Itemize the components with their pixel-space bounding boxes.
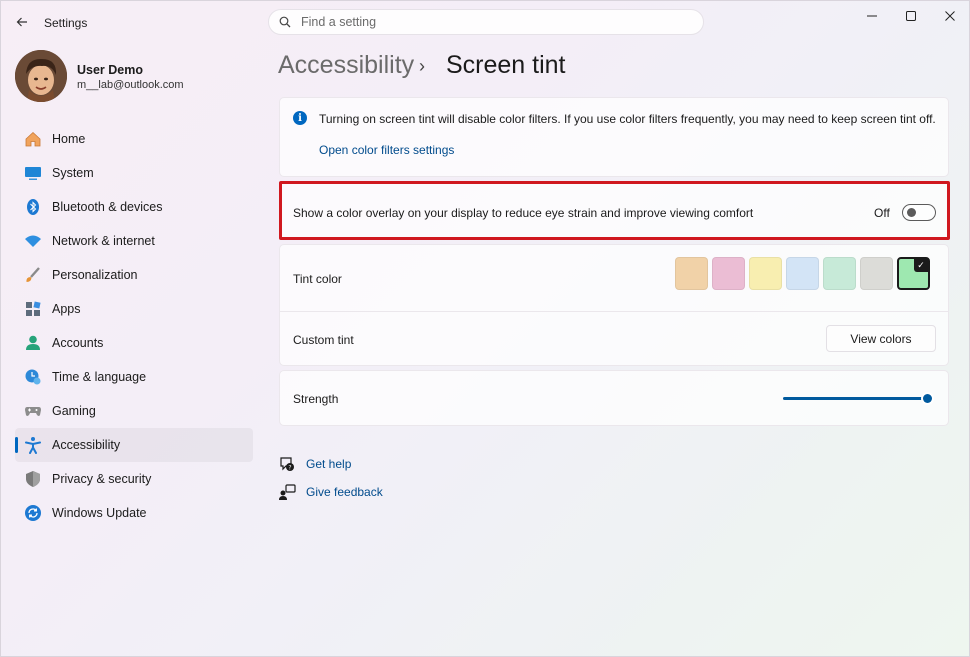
app-title: Settings xyxy=(44,16,88,30)
sidebar-item-label: Gaming xyxy=(52,404,96,418)
avatar[interactable] xyxy=(15,50,67,102)
gaming-icon xyxy=(24,402,42,420)
brush-icon xyxy=(24,266,42,284)
color-overlay-setting: Show a color overlay on your display to … xyxy=(279,181,950,240)
svg-text:?: ? xyxy=(288,464,291,471)
accounts-icon xyxy=(24,334,42,352)
breadcrumb-parent[interactable]: Accessibility xyxy=(278,51,414,80)
maximize-button[interactable] xyxy=(893,7,929,25)
sidebar-item-label: Personalization xyxy=(52,268,138,282)
search-placeholder: Find a setting xyxy=(301,15,377,29)
sidebar-item-label: Network & internet xyxy=(52,234,155,248)
sidebar-item-home[interactable]: Home xyxy=(15,122,253,156)
breadcrumb-separator: › xyxy=(419,56,425,76)
search-icon xyxy=(279,16,291,28)
toggle-state-label: Off xyxy=(874,206,890,220)
sidebar-item-label: Apps xyxy=(52,302,81,316)
minimize-button[interactable] xyxy=(854,7,890,25)
sidebar-nav: Home System Bluetooth & devices Network … xyxy=(15,122,253,530)
time-language-icon xyxy=(24,368,42,386)
apps-icon xyxy=(24,300,42,318)
tint-card: Tint color ✓ Custom tint View colors xyxy=(279,244,949,366)
sidebar-item-apps[interactable]: Apps xyxy=(15,292,253,326)
tint-swatch[interactable] xyxy=(749,257,782,290)
get-help-link[interactable]: ? Get help xyxy=(278,455,351,473)
tint-swatch[interactable]: ✓ xyxy=(897,257,930,290)
back-button[interactable] xyxy=(11,11,33,33)
strength-label: Strength xyxy=(293,392,339,406)
search-box[interactable]: Find a setting xyxy=(268,9,704,35)
view-colors-button[interactable]: View colors xyxy=(826,325,936,352)
home-icon xyxy=(24,130,42,148)
tint-swatch[interactable] xyxy=(675,257,708,290)
feedback-icon xyxy=(278,483,296,501)
sidebar-item-label: Accessibility xyxy=(52,438,121,452)
info-card: i Turning on screen tint will disable co… xyxy=(279,97,949,177)
sidebar-item-label: Privacy & security xyxy=(52,472,152,486)
tint-swatch[interactable] xyxy=(860,257,893,290)
close-button[interactable] xyxy=(932,7,968,25)
open-color-filters-link[interactable]: Open color filters settings xyxy=(319,143,454,157)
custom-tint-label: Custom tint xyxy=(293,333,354,347)
sidebar-item-label: Time & language xyxy=(52,370,147,384)
sidebar-item-label: Bluetooth & devices xyxy=(52,200,163,214)
sidebar-item-system[interactable]: System xyxy=(15,156,253,190)
info-icon: i xyxy=(293,111,307,125)
sidebar-item-label: Windows Update xyxy=(52,506,147,520)
settings-window: Settings Find a setting User Demo m__lab… xyxy=(0,0,970,657)
sidebar-item-label: System xyxy=(52,166,94,180)
strength-slider-thumb[interactable] xyxy=(923,394,932,403)
sidebar-item-network[interactable]: Network & internet xyxy=(15,224,253,258)
system-icon xyxy=(24,164,42,182)
sidebar-item-time-language[interactable]: Time & language xyxy=(15,360,253,394)
avatar-image xyxy=(15,50,67,102)
sidebar-item-accounts[interactable]: Accounts xyxy=(15,326,253,360)
color-overlay-toggle[interactable] xyxy=(902,204,936,221)
sidebar-item-gaming[interactable]: Gaming xyxy=(15,394,253,428)
tint-swatch[interactable] xyxy=(823,257,856,290)
sidebar-item-privacy[interactable]: Privacy & security xyxy=(15,462,253,496)
strength-card: Strength xyxy=(279,370,949,426)
accessibility-icon xyxy=(24,436,42,454)
tint-swatch[interactable] xyxy=(786,257,819,290)
checkmark-icon: ✓ xyxy=(914,259,928,272)
network-icon xyxy=(24,232,42,250)
user-email: m__lab@outlook.com xyxy=(77,79,184,91)
tint-swatches: ✓ xyxy=(675,257,930,290)
maximize-icon xyxy=(906,11,916,21)
sidebar-item-label: Accounts xyxy=(52,336,104,350)
user-name: User Demo xyxy=(77,63,143,77)
info-message: Turning on screen tint will disable colo… xyxy=(319,112,936,126)
sidebar-item-personalization[interactable]: Personalization xyxy=(15,258,253,292)
divider xyxy=(280,311,948,312)
shield-icon xyxy=(24,470,42,488)
update-icon xyxy=(24,504,42,522)
sidebar-item-windows-update[interactable]: Windows Update xyxy=(15,496,253,530)
strength-slider-track[interactable] xyxy=(783,397,929,400)
close-icon xyxy=(945,11,955,21)
toggle-knob xyxy=(907,208,916,217)
sidebar-item-accessibility[interactable]: Accessibility xyxy=(15,428,253,462)
give-feedback-link[interactable]: Give feedback xyxy=(278,483,383,501)
bluetooth-icon xyxy=(24,198,42,216)
get-help-label: Get help xyxy=(306,457,352,471)
help-icon: ? xyxy=(278,455,296,473)
sidebar-item-bluetooth[interactable]: Bluetooth & devices xyxy=(15,190,253,224)
give-feedback-label: Give feedback xyxy=(306,485,383,499)
tint-color-label: Tint color xyxy=(293,272,342,286)
sidebar-item-label: Home xyxy=(52,132,86,146)
page-title: Screen tint xyxy=(446,51,566,79)
back-arrow-icon xyxy=(16,17,27,27)
title-bar: Settings Find a setting xyxy=(1,1,969,43)
color-overlay-description: Show a color overlay on your display to … xyxy=(293,206,754,220)
minimize-icon xyxy=(867,15,877,17)
tint-swatch[interactable] xyxy=(712,257,745,290)
